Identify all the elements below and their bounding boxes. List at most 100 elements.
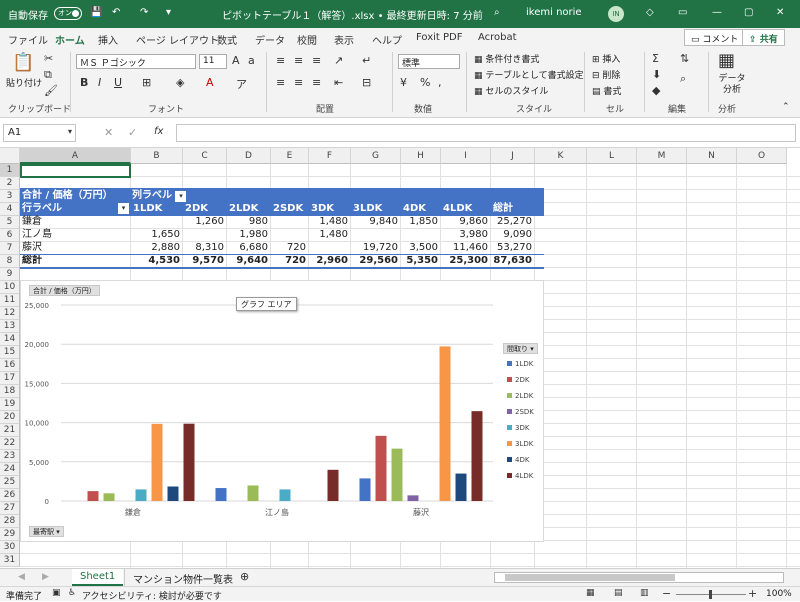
pivot-row-label[interactable]: 鎌倉: [22, 215, 42, 228]
font-size-select[interactable]: 11: [199, 54, 227, 69]
pivot-value-cell[interactable]: 25,270: [491, 215, 532, 228]
tab-view[interactable]: 表示: [334, 32, 354, 47]
normal-view-icon[interactable]: ▦: [586, 588, 595, 598]
pivot-value-cell[interactable]: 3,980: [441, 228, 488, 241]
pivot-chart[interactable]: 0 5,000 10,000 15,000 20,000 25,000 鎌倉 江ノ島 藤沢 1LD…: [20, 280, 544, 542]
row-header[interactable]: 14: [0, 333, 20, 346]
column-header[interactable]: I: [441, 148, 491, 164]
pivot-column-header[interactable]: 4LDK: [443, 202, 472, 215]
align-right-icon[interactable]: ≡: [312, 76, 321, 89]
macro-icon[interactable]: ▣: [52, 588, 61, 598]
pivot-value-cell[interactable]: 9,840: [351, 215, 398, 228]
pivot-total-cell[interactable]: 25,300: [441, 254, 488, 267]
name-box-dropdown-icon[interactable]: ▾: [68, 127, 72, 136]
pivot-value-cell[interactable]: 53,270: [491, 241, 532, 254]
legend-field-button[interactable]: 間取り ▾: [503, 343, 538, 354]
maximize-icon[interactable]: ▢: [744, 7, 753, 18]
pivot-value-cell[interactable]: 6,680: [227, 241, 268, 254]
pivot-value-cell[interactable]: 9,090: [491, 228, 532, 241]
row-header[interactable]: 26: [0, 489, 20, 502]
pivot-total-cell[interactable]: 720: [271, 254, 306, 267]
pivot-column-header[interactable]: 3LDK: [353, 202, 382, 215]
wrap-text-icon[interactable]: ↵: [362, 54, 371, 67]
column-header[interactable]: C: [183, 148, 227, 164]
copy-icon[interactable]: ⧉: [44, 68, 52, 82]
currency-icon[interactable]: ¥: [400, 76, 407, 89]
format-cells-button[interactable]: ▤ 書式: [592, 84, 621, 97]
pivot-total-cell[interactable]: 9,570: [183, 254, 224, 267]
zoom-slider-thumb[interactable]: [709, 590, 712, 599]
bold-icon[interactable]: B: [80, 76, 88, 89]
pivot-total-cell[interactable]: 2,960: [309, 254, 348, 267]
column-header[interactable]: M: [637, 148, 687, 164]
accessibility-icon[interactable]: ♿: [68, 588, 76, 598]
collapse-ribbon-icon[interactable]: ⌃: [782, 102, 790, 112]
phonetic-icon[interactable]: ア: [236, 76, 247, 92]
column-filter-icon[interactable]: ▾: [175, 191, 187, 202]
search-icon[interactable]: ⌕: [494, 7, 500, 18]
cancel-icon[interactable]: ✕: [104, 126, 113, 139]
fill-icon[interactable]: ⬇: [652, 68, 661, 81]
align-middle-icon[interactable]: ≡: [294, 54, 303, 67]
row-header[interactable]: 27: [0, 502, 20, 515]
sort-filter-icon[interactable]: ⇅: [680, 52, 689, 65]
pivot-column-header[interactable]: 3DK: [311, 202, 334, 215]
insert-function-icon[interactable]: fx: [154, 126, 163, 137]
row-header[interactable]: 21: [0, 424, 20, 437]
tab-foxit[interactable]: Foxit PDF: [416, 32, 462, 43]
row-filter-icon[interactable]: ▾: [118, 203, 129, 214]
row-header[interactable]: 31: [0, 554, 20, 567]
pivot-value-cell[interactable]: 19,720: [351, 241, 398, 254]
pivot-total-cell[interactable]: 9,640: [227, 254, 268, 267]
zoom-level[interactable]: 100%: [766, 589, 792, 599]
column-header[interactable]: B: [131, 148, 183, 164]
horizontal-scrollbar[interactable]: [494, 572, 784, 583]
pivot-column-header[interactable]: 2LDK: [229, 202, 258, 215]
row-header[interactable]: 3: [0, 190, 20, 203]
zoom-in-icon[interactable]: +: [748, 587, 757, 600]
pivot-value-cell[interactable]: 1,980: [227, 228, 268, 241]
row-header[interactable]: 11: [0, 294, 20, 307]
share-button[interactable]: ⇪ 共有: [742, 29, 785, 46]
clear-icon[interactable]: ◆: [652, 84, 660, 97]
align-top-icon[interactable]: ≡: [276, 54, 285, 67]
add-sheet-icon[interactable]: ⊕: [240, 570, 249, 583]
tab-formulas[interactable]: 数式: [217, 32, 237, 47]
customize-icon[interactable]: ▾: [166, 7, 171, 18]
page-break-view-icon[interactable]: ▥: [640, 588, 649, 598]
fill-color-icon[interactable]: ◈: [176, 76, 184, 89]
pivot-value-cell[interactable]: 2,880: [131, 241, 180, 254]
tab-acrobat[interactable]: Acrobat: [478, 32, 517, 43]
scrollbar-thumb[interactable]: [505, 574, 675, 581]
row-header[interactable]: 16: [0, 359, 20, 372]
pivot-value-cell[interactable]: 980: [227, 215, 268, 228]
zoom-out-icon[interactable]: −: [662, 587, 671, 600]
page-layout-view-icon[interactable]: ▤: [614, 588, 623, 598]
column-header[interactable]: J: [491, 148, 535, 164]
pivot-value-cell[interactable]: 720: [271, 241, 306, 254]
pivot-row-label[interactable]: 藤沢: [22, 241, 42, 254]
pivot-column-header[interactable]: 総計: [493, 202, 513, 215]
merge-icon[interactable]: ⊟: [362, 76, 371, 89]
row-header[interactable]: 28: [0, 515, 20, 528]
avatar[interactable]: IN: [608, 6, 624, 22]
column-header[interactable]: G: [351, 148, 401, 164]
pivot-total-cell[interactable]: 4,530: [131, 254, 180, 267]
row-header[interactable]: 10: [0, 281, 20, 294]
table-format-button[interactable]: ▦ テーブルとして書式設定: [474, 68, 584, 81]
italic-icon[interactable]: I: [98, 76, 101, 89]
row-header[interactable]: 15: [0, 346, 20, 359]
delete-cells-button[interactable]: ⊟ 削除: [592, 68, 620, 81]
number-format-select[interactable]: 標準: [398, 54, 460, 69]
enter-icon[interactable]: ✓: [128, 126, 137, 139]
font-name-select[interactable]: ＭＳ Ｐゴシック: [76, 54, 196, 69]
axis-field-button[interactable]: 最寄駅 ▾: [29, 526, 64, 537]
save-icon[interactable]: 💾: [90, 7, 102, 18]
paste-label[interactable]: 貼り付け: [6, 76, 42, 89]
tab-insert[interactable]: 挿入: [98, 32, 118, 47]
row-header[interactable]: 6: [0, 229, 20, 242]
diamond-icon[interactable]: ◇: [646, 7, 654, 18]
align-center-icon[interactable]: ≡: [294, 76, 303, 89]
column-header[interactable]: K: [535, 148, 587, 164]
row-header[interactable]: 8: [0, 255, 20, 268]
